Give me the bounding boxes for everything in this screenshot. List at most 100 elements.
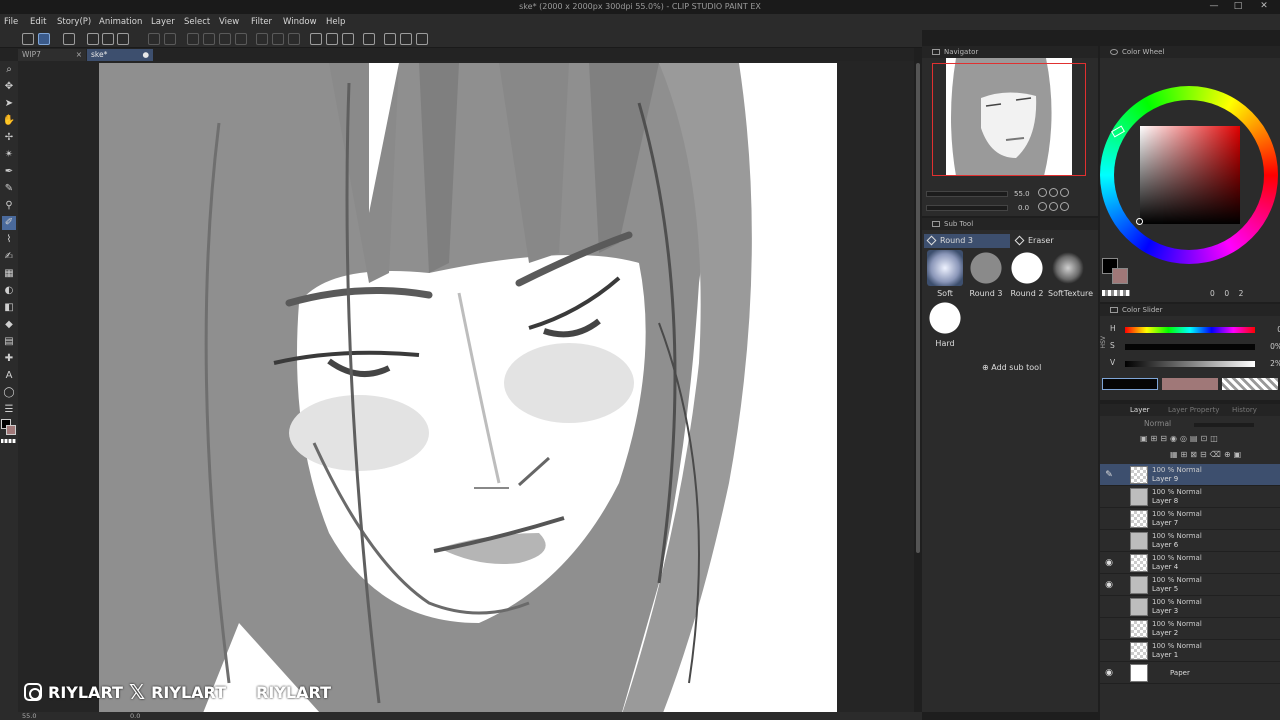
menu-filter[interactable]: Filter: [251, 17, 272, 27]
tab-wip7[interactable]: WIP7 ×: [18, 49, 86, 61]
brush-round2[interactable]: Round 2: [1007, 250, 1047, 298]
navigator-view-frame[interactable]: [932, 63, 1086, 176]
deselect-icon[interactable]: [235, 33, 247, 45]
crop-icon[interactable]: [256, 33, 268, 45]
zoom-out-icon[interactable]: [1038, 188, 1047, 197]
eraser-tool-icon[interactable]: ◧: [2, 301, 16, 315]
status-angle[interactable]: 0.0: [130, 712, 140, 720]
menu-story[interactable]: Story(P): [57, 17, 91, 27]
move-tool-icon[interactable]: ✥: [2, 80, 16, 94]
tab-ske[interactable]: ske* ●: [87, 49, 153, 61]
tab-history[interactable]: History: [1232, 406, 1257, 414]
sv-marker[interactable]: [1136, 218, 1143, 225]
rotate-left-icon[interactable]: [1038, 202, 1047, 211]
menu-edit[interactable]: Edit: [30, 17, 46, 27]
selection-border-icon[interactable]: [288, 33, 300, 45]
main-color-bar[interactable]: [1102, 378, 1158, 390]
menu-select[interactable]: Select: [184, 17, 210, 27]
layer-row-layer5[interactable]: ◉ 100 % Normal Layer 5: [1100, 574, 1280, 596]
reset-rotation-icon[interactable]: [1060, 202, 1069, 211]
canvas-vertical-scrollbar[interactable]: [914, 48, 922, 712]
menu-file[interactable]: File: [4, 17, 18, 27]
eyedropper-tool-icon[interactable]: ⚲: [2, 199, 16, 213]
layer-row-layer8[interactable]: 100 % Normal Layer 8: [1100, 486, 1280, 508]
minimize-button[interactable]: —: [1204, 1, 1224, 11]
transform-icon[interactable]: [219, 33, 231, 45]
eye-icon[interactable]: ◉: [1104, 558, 1114, 568]
opacity-slider[interactable]: [1194, 423, 1254, 427]
brush-hard[interactable]: Hard: [925, 300, 965, 348]
sub-color[interactable]: [1112, 268, 1128, 284]
drawing-canvas[interactable]: [99, 63, 837, 712]
perspective-icon[interactable]: [400, 33, 412, 45]
menu-layer[interactable]: Layer: [151, 17, 175, 27]
layer-row-layer3[interactable]: 100 % Normal Layer 3: [1100, 596, 1280, 618]
transparent-color-bar[interactable]: [1222, 378, 1278, 390]
grid-icon[interactable]: [384, 33, 396, 45]
brush-softtexture[interactable]: SoftTexture: [1048, 250, 1093, 298]
undo-icon[interactable]: [148, 33, 160, 45]
rotate-slider[interactable]: [926, 205, 1008, 211]
menu-icon[interactable]: [22, 33, 34, 45]
eye-icon[interactable]: ◉: [1104, 580, 1114, 590]
tab-layer[interactable]: Layer: [1130, 406, 1150, 414]
new-file-icon[interactable]: [87, 33, 99, 45]
scrollbar-thumb[interactable]: [916, 63, 920, 553]
settings-icon[interactable]: [63, 33, 75, 45]
menu-animation[interactable]: Animation: [99, 17, 142, 27]
menu-view[interactable]: View: [219, 17, 239, 27]
zoom-slider[interactable]: [926, 191, 1008, 197]
transparent-swatch[interactable]: [1, 439, 16, 443]
zoom-in-icon[interactable]: [1049, 188, 1058, 197]
brush-soft[interactable]: Soft: [925, 250, 965, 298]
layer-row-layer6[interactable]: 100 % Normal Layer 6: [1100, 530, 1280, 552]
sub-color-swatch[interactable]: [6, 425, 16, 435]
layer-tools-row-2[interactable]: ▦⊞⊠⊟⌫⊕▣: [1170, 450, 1280, 460]
add-subtool-button[interactable]: ⊕ Add sub tool: [982, 363, 1041, 372]
canvas-icon[interactable]: [38, 33, 50, 45]
ruler-tool-icon[interactable]: ☰: [2, 403, 16, 417]
fill-tool-icon[interactable]: ◆: [2, 318, 16, 332]
fit-icon[interactable]: [1060, 188, 1069, 197]
maximize-button[interactable]: □: [1228, 1, 1248, 11]
menu-help[interactable]: Help: [326, 17, 345, 27]
balloon-tool-icon[interactable]: ◯: [2, 386, 16, 400]
redo-icon[interactable]: [164, 33, 176, 45]
color-mode-label[interactable]: HSV: [1100, 336, 1107, 348]
figure-tool-icon[interactable]: ✚: [2, 352, 16, 366]
status-zoom[interactable]: 55.0: [22, 712, 36, 720]
blend-mode-select[interactable]: Normal: [1144, 419, 1171, 428]
layer-row-layer4[interactable]: ◉ 100 % Normal Layer 4: [1100, 552, 1280, 574]
transform-tool-icon[interactable]: ✢: [2, 131, 16, 145]
subtool-tab-round3[interactable]: Round 3: [924, 234, 1010, 248]
text-tool-icon[interactable]: A: [2, 369, 16, 383]
saturation-value-square[interactable]: [1140, 126, 1240, 224]
ruler-icon[interactable]: [310, 33, 322, 45]
pencil-tool-icon[interactable]: ✎: [2, 182, 16, 196]
layer-row-layer2[interactable]: 100 % Normal Layer 2: [1100, 618, 1280, 640]
snap-icon[interactable]: [326, 33, 338, 45]
save-icon[interactable]: [117, 33, 129, 45]
modified-dot-icon[interactable]: ●: [142, 50, 149, 59]
frame-tool-icon[interactable]: ▦: [2, 267, 16, 281]
transparent-color[interactable]: [1102, 290, 1130, 296]
tab-layer-property[interactable]: Layer Property: [1168, 406, 1219, 414]
layer-row-layer9[interactable]: ✎ 100 % Normal Layer 9: [1100, 464, 1280, 486]
airbrush-tool-icon[interactable]: ⌇: [2, 233, 16, 247]
hue-slider[interactable]: [1125, 327, 1255, 333]
layer-row-layer1[interactable]: 100 % Normal Layer 1: [1100, 640, 1280, 662]
sub-color-bar[interactable]: [1162, 378, 1218, 390]
layer-row-paper[interactable]: ◉ Paper: [1100, 662, 1280, 684]
close-button[interactable]: ✕: [1254, 1, 1274, 11]
brush-round3[interactable]: Round 3: [966, 250, 1006, 298]
magic-wand-icon[interactable]: ✴: [2, 148, 16, 162]
subtool-tab-eraser[interactable]: Eraser: [1012, 234, 1096, 248]
operation-tool-icon[interactable]: ➤: [2, 97, 16, 111]
zoom-tool-icon[interactable]: ⌕: [2, 63, 16, 77]
layer-row-layer7[interactable]: 100 % Normal Layer 7: [1100, 508, 1280, 530]
eye-icon[interactable]: ◉: [1104, 668, 1114, 678]
open-file-icon[interactable]: [102, 33, 114, 45]
saturation-slider[interactable]: [1125, 344, 1255, 350]
snap-grid-icon[interactable]: [342, 33, 354, 45]
frame-icon[interactable]: [416, 33, 428, 45]
